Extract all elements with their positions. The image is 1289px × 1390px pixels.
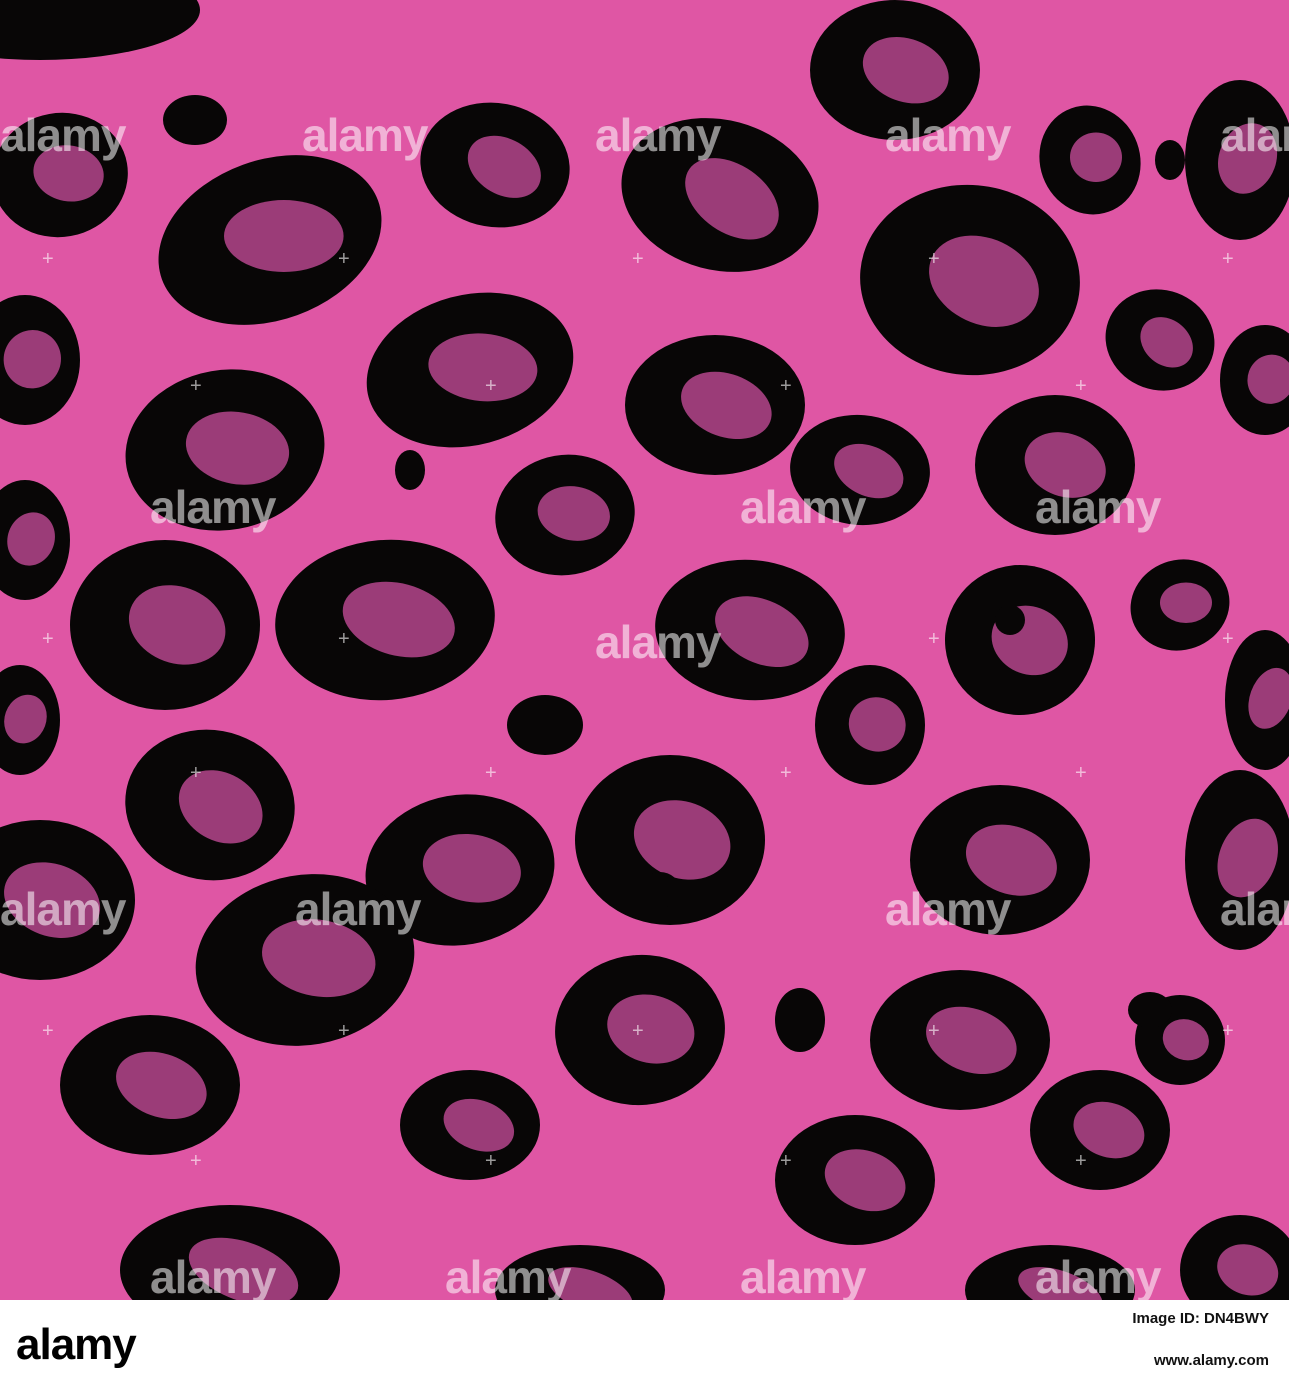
small-spot <box>395 450 425 490</box>
small-spot <box>1128 992 1172 1028</box>
brand-logo: alamy <box>16 1320 137 1369</box>
small-spot <box>995 605 1025 635</box>
small-spot <box>640 872 680 908</box>
leopard-print-graphic <box>0 0 1289 1300</box>
small-spot <box>163 95 227 145</box>
image-id-label: Image ID: DN4BWY <box>1132 1310 1269 1327</box>
small-spot <box>507 695 583 755</box>
leopard-pattern: alamy alamy alamy alamy alamy alamy alam… <box>0 0 1289 1300</box>
rosette-inner <box>1160 582 1212 623</box>
small-spot <box>1155 140 1185 180</box>
rosette-inner <box>1070 132 1122 182</box>
footer-bar: alamy Image ID: DN4BWY www.alamy.com <box>0 1300 1289 1390</box>
rosette-inner <box>223 200 344 272</box>
small-spot <box>775 988 825 1052</box>
site-url-label: www.alamy.com <box>1153 1352 1269 1369</box>
